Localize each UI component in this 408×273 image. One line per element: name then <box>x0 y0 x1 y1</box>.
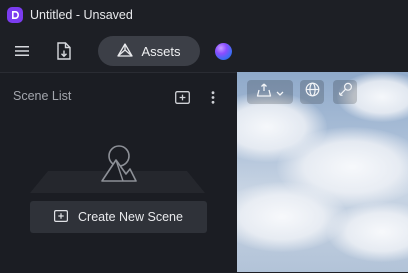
assets-button[interactable]: Assets <box>98 36 200 66</box>
pin-tool-icon <box>338 82 353 102</box>
add-scene-icon <box>54 209 69 225</box>
scene-list-title: Scene List <box>13 89 72 103</box>
create-new-scene-label: Create New Scene <box>78 210 183 224</box>
assets-icon <box>117 42 134 60</box>
scene-list-panel: Scene List Create New Scene <box>0 72 237 273</box>
gradient-orb-avatar[interactable] <box>215 43 232 60</box>
hamburger-menu-icon[interactable] <box>12 42 32 60</box>
export-icon <box>256 82 272 103</box>
add-scene-icon[interactable] <box>173 89 191 105</box>
globe-tool-button[interactable] <box>300 80 324 104</box>
assets-label: Assets <box>141 43 181 59</box>
more-vertical-icon[interactable] <box>207 89 219 105</box>
create-new-scene-button[interactable]: Create New Scene <box>30 201 207 233</box>
title-bar: Untitled - Unsaved <box>0 0 408 30</box>
window-title: Untitled - Unsaved <box>30 8 133 22</box>
app-logo-icon <box>7 7 23 23</box>
landscape-placeholder-icon <box>30 145 205 193</box>
file-import-icon[interactable] <box>53 40 75 62</box>
export-tool-button[interactable] <box>247 80 293 104</box>
chevron-down-icon <box>276 83 284 101</box>
globe-icon <box>305 82 320 102</box>
scene-viewport[interactable] <box>237 72 408 272</box>
pin-tool-button[interactable] <box>333 80 357 104</box>
